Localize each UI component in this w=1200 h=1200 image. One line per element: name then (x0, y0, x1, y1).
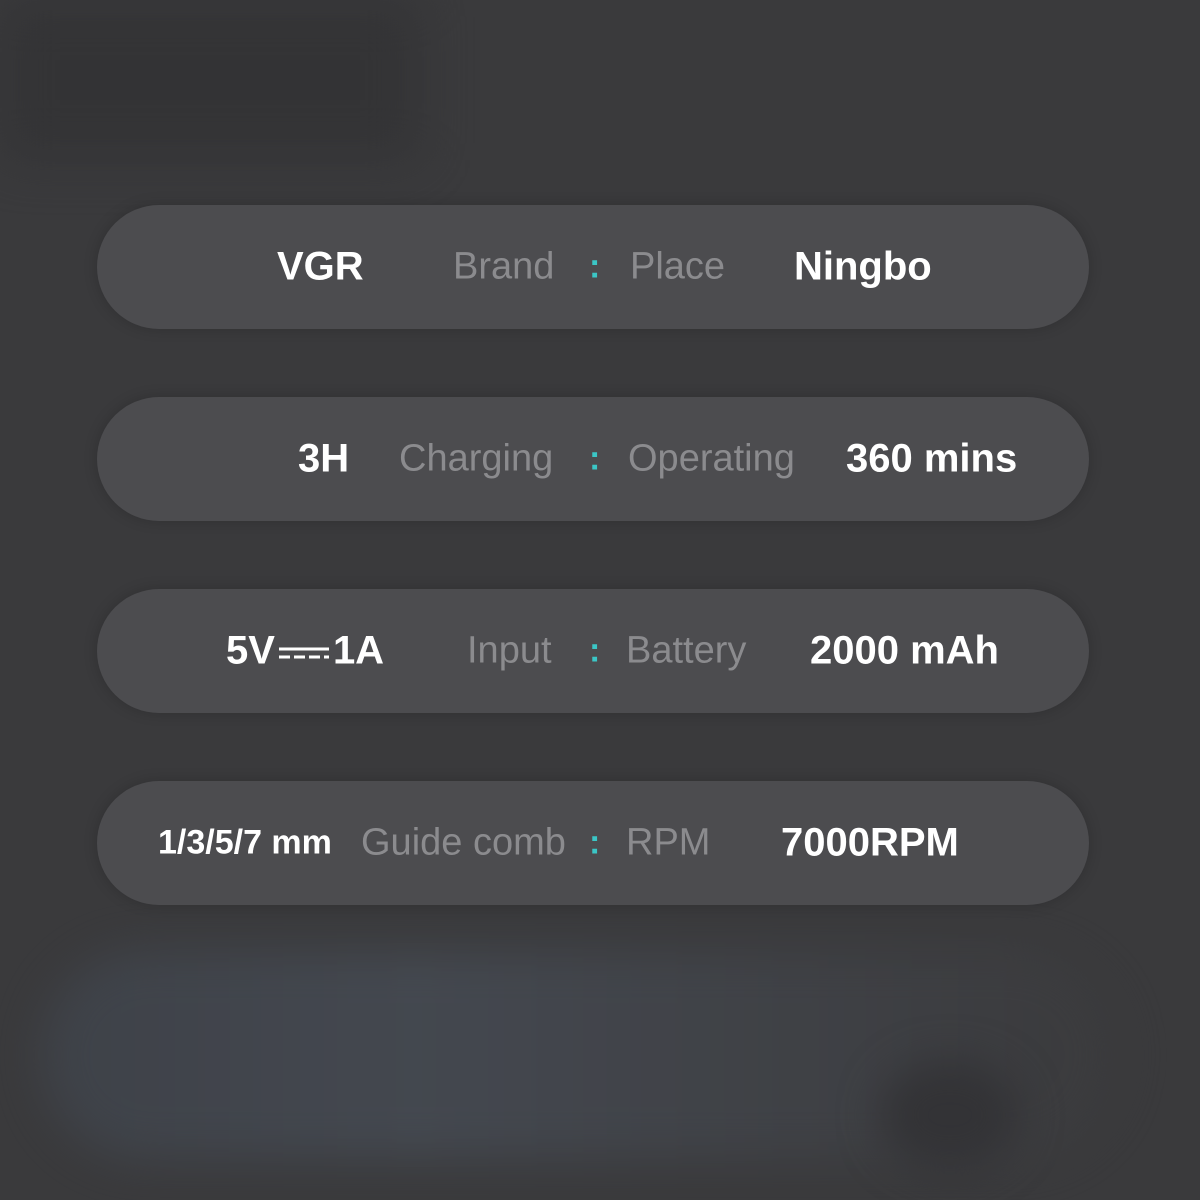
input-value: 5V 1A (226, 629, 384, 674)
rpm-label: RPM (626, 821, 711, 864)
separator-colon: : (589, 631, 601, 670)
background-blur-top (0, 0, 420, 160)
brand-label: Brand (453, 245, 555, 288)
operating-value: 360 mins (846, 436, 1018, 481)
spec-row-charging-operating: 3H Charging : Operating 360 mins (97, 397, 1089, 521)
guide-comb-value: 1/3/5/7 mm (158, 823, 332, 862)
input-current: 1A (332, 628, 385, 673)
separator-colon: : (589, 823, 601, 862)
input-voltage: 5V (226, 628, 275, 673)
operating-label: Operating (628, 437, 795, 480)
brand-value: VGR (277, 244, 364, 289)
input-label: Input (467, 629, 552, 672)
separator-colon: : (589, 439, 601, 478)
guide-comb-label: Guide comb (361, 821, 566, 864)
spec-row-comb-rpm: 1/3/5/7 mm Guide comb : RPM 7000RPM (97, 781, 1089, 905)
battery-label: Battery (626, 629, 747, 672)
charging-value: 3H (298, 436, 350, 481)
place-value: Ningbo (794, 244, 932, 289)
direct-current-icon (278, 644, 329, 662)
spec-row-input-battery: 5V 1A Input : Battery 2000 mAh (97, 589, 1089, 713)
rpm-value: 7000RPM (781, 820, 959, 865)
separator-colon: : (589, 247, 601, 286)
background-blur-shadow (880, 1060, 1020, 1170)
spec-row-brand-place: VGR Brand : Place Ningbo (97, 205, 1089, 329)
place-label: Place (630, 245, 726, 288)
battery-value: 2000 mAh (810, 628, 999, 673)
charging-label: Charging (399, 437, 554, 480)
